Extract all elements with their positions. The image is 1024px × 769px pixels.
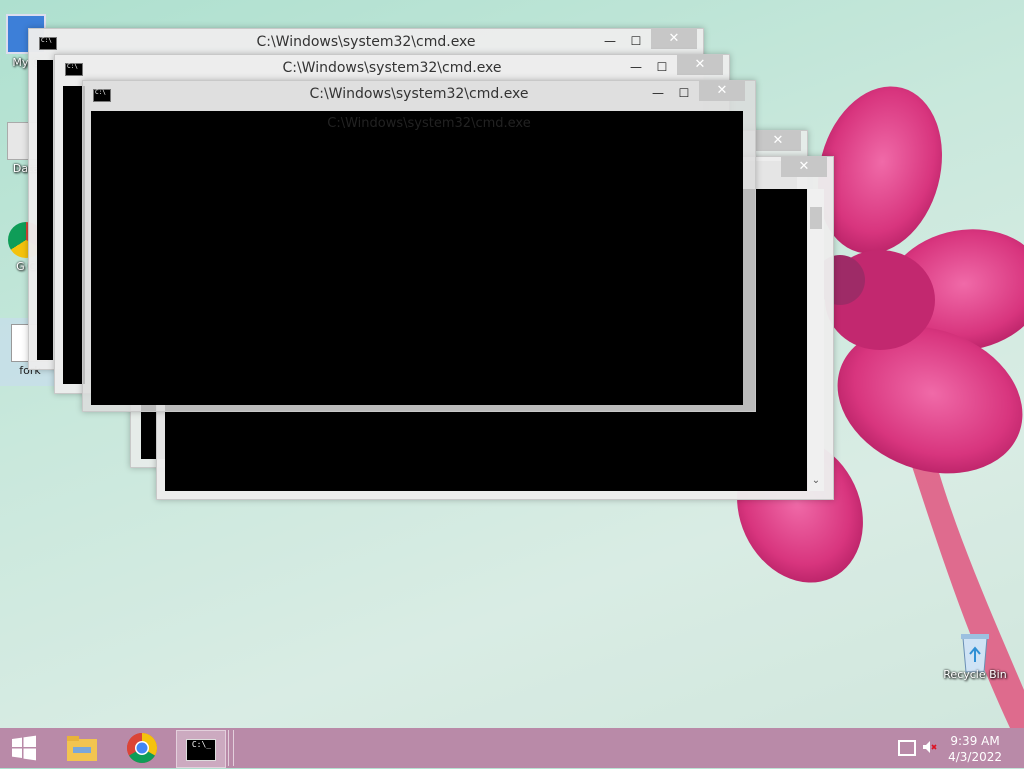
maximize-button[interactable]: ☐ xyxy=(671,83,697,103)
close-button[interactable]: ✕ xyxy=(781,157,827,177)
recycle-bin-icon xyxy=(957,630,993,673)
file-explorer-button[interactable] xyxy=(56,730,108,766)
minimize-button[interactable]: — xyxy=(623,57,649,77)
system-clock[interactable]: 9:39 AM 4/3/2022 xyxy=(948,733,1002,765)
ghost-title-bar: C:\Windows\system32\cmd.exe xyxy=(123,113,735,135)
chrome-icon xyxy=(126,733,158,764)
clock-time: 9:39 AM xyxy=(950,734,1000,748)
clock-date: 4/3/2022 xyxy=(948,750,1002,764)
title-bar[interactable]: C:\Windows\system32\cmd.exe — ☐ ✕ xyxy=(55,55,729,81)
close-button[interactable]: ✕ xyxy=(755,131,801,151)
console-area[interactable] xyxy=(37,60,53,360)
start-button[interactable] xyxy=(0,730,48,766)
close-button[interactable]: ✕ xyxy=(677,55,723,75)
volume-muted-icon[interactable] xyxy=(922,740,938,754)
command-prompt-button[interactable]: C:\_ xyxy=(176,730,226,768)
taskbar: C:\_ 9:39 AM 4/3/2022 xyxy=(0,728,1024,768)
window-title: C:\Windows\system32\cmd.exe xyxy=(327,116,531,131)
cmd-icon: C:\_ xyxy=(186,739,216,761)
minimize-button[interactable]: — xyxy=(597,31,623,51)
network-icon[interactable] xyxy=(898,740,916,756)
maximize-button[interactable]: ☐ xyxy=(649,57,675,77)
close-button[interactable]: ✕ xyxy=(651,29,697,49)
stack-indicator xyxy=(228,730,234,766)
maximize-button[interactable]: ☐ xyxy=(623,31,649,51)
scroll-down-arrow[interactable]: ⌄ xyxy=(808,475,824,491)
console-area[interactable] xyxy=(91,111,743,405)
scroll-thumb[interactable] xyxy=(810,207,822,229)
folder-icon xyxy=(67,736,97,761)
title-bar[interactable]: C:\Windows\system32\cmd.exe — ☐ ✕ xyxy=(83,81,755,107)
title-bar[interactable]: C:\Windows\system32\cmd.exe — ☐ ✕ xyxy=(29,29,703,55)
close-button[interactable]: ✕ xyxy=(699,81,745,101)
minimize-button[interactable]: — xyxy=(645,83,671,103)
windows-logo-icon xyxy=(12,735,36,761)
chrome-button[interactable] xyxy=(116,730,168,766)
vertical-scrollbar[interactable]: ⌄ xyxy=(808,189,824,491)
cmd-window-3[interactable]: C:\Windows\system32\cmd.exe — ☐ ✕ C:\Win… xyxy=(82,80,756,412)
desktop-icon-recycle-bin[interactable]: Recycle Bin xyxy=(942,630,1008,681)
